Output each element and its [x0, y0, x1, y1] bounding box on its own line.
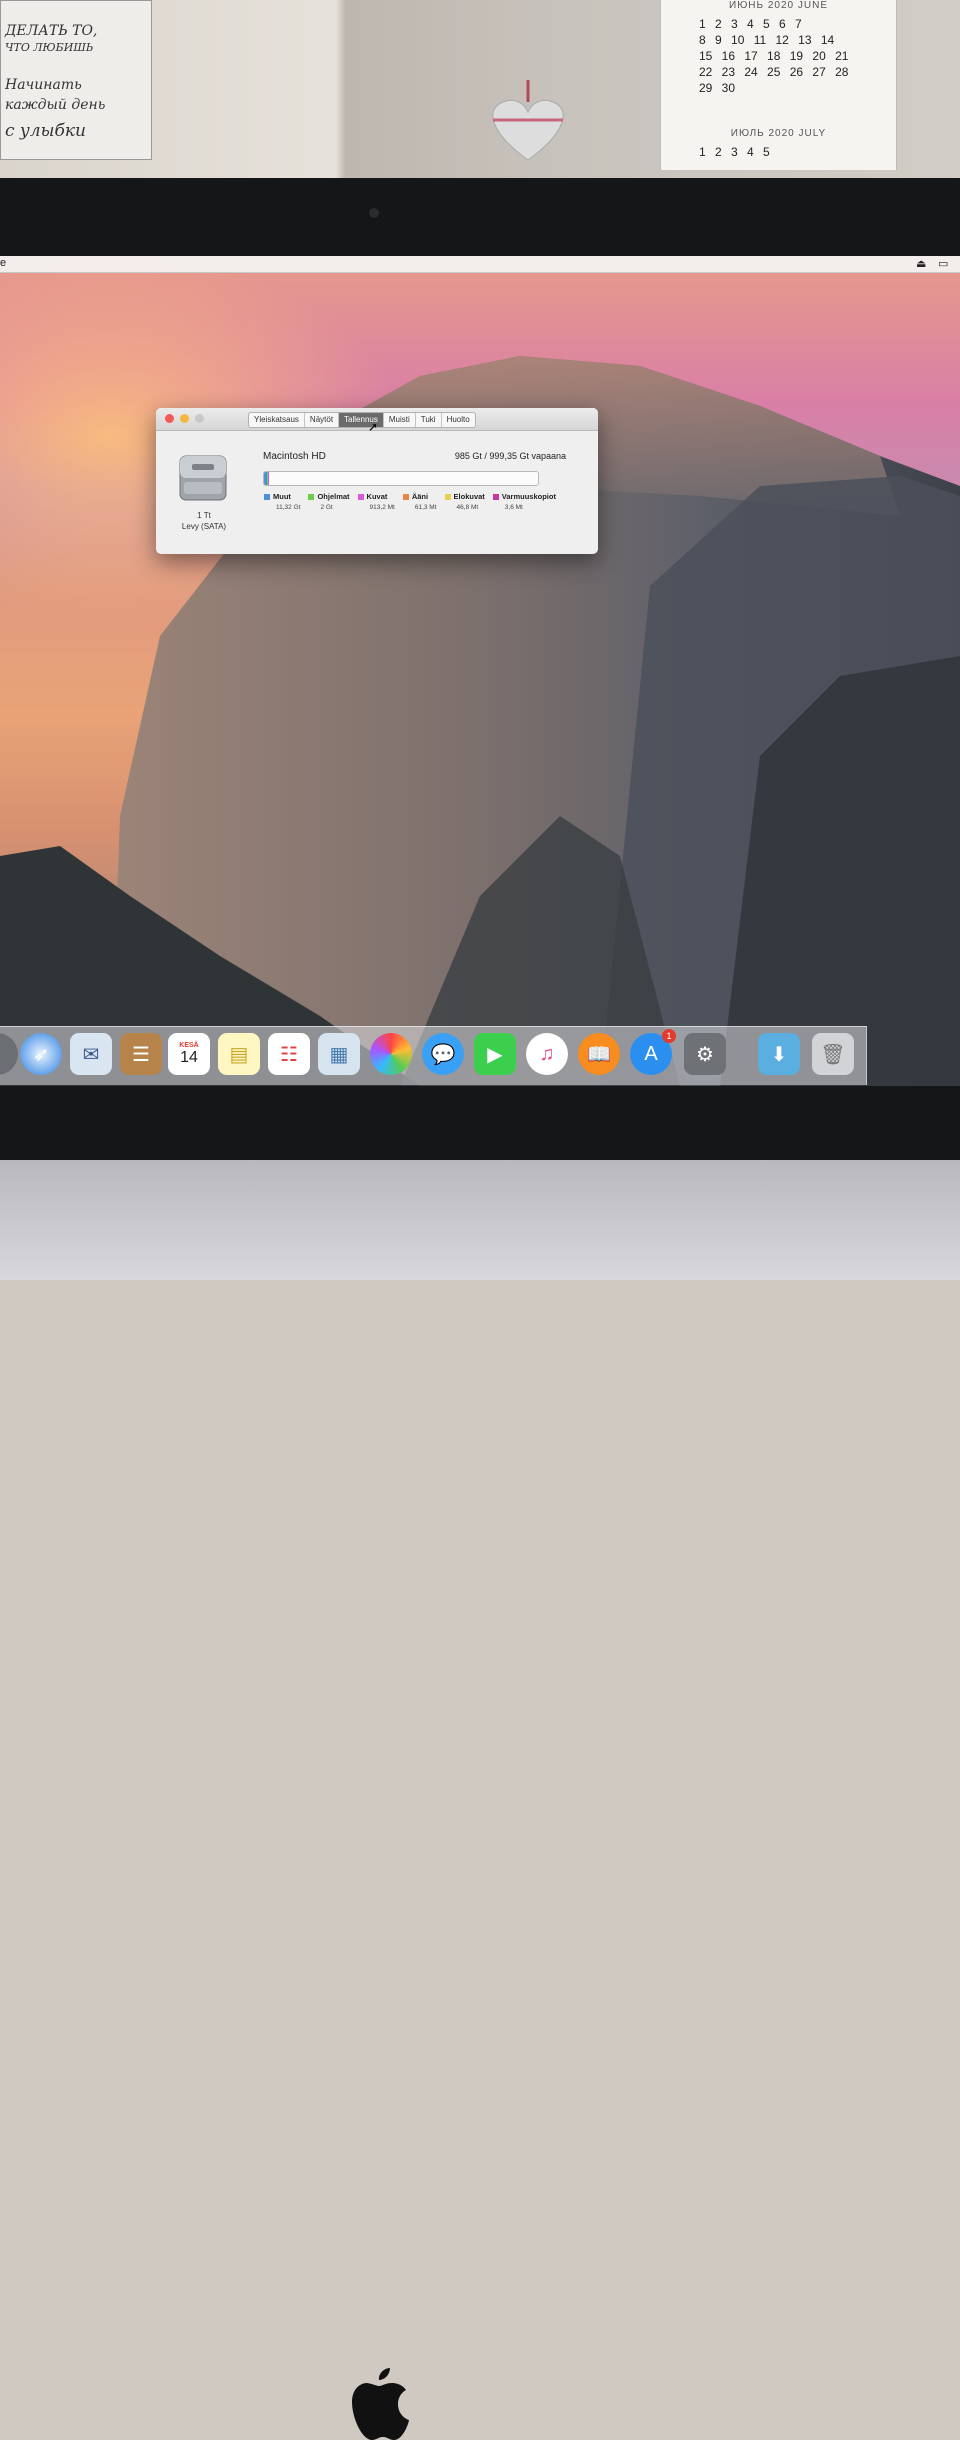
airplay-icon[interactable]: ▭ [938, 257, 948, 270]
legend-value: 913,2 Mt [369, 504, 395, 511]
calendar-row: 1 2 3 4 5 6 7 [699, 17, 802, 31]
calendar-row: 8 9 10 11 12 13 14 [699, 33, 835, 47]
itunes-icon[interactable]: ♫ [526, 1033, 568, 1075]
preview-icon[interactable]: ▦ [318, 1033, 360, 1075]
swatch [264, 493, 270, 500]
poster-line: каждый день [5, 97, 106, 113]
tab-muisti[interactable]: Muisti [384, 413, 416, 427]
close-button[interactable] [165, 414, 174, 423]
ibooks-icon[interactable]: 📖 [578, 1033, 620, 1075]
hard-disk-icon [179, 455, 227, 501]
legend-item-muut: Muut 11,32 Gt [264, 492, 300, 511]
zoom-button[interactable] [195, 414, 204, 423]
menu-edge-icon: e [0, 257, 7, 269]
legend-item-elokuvat: Elokuvat 46,8 Mt [444, 492, 485, 511]
poster-line: с улыбки [5, 121, 86, 141]
calendar-month: ИЮНЬ 2020 JUNE [729, 0, 828, 11]
safari-icon[interactable]: ➶ [20, 1033, 62, 1075]
minimize-button[interactable] [180, 414, 189, 423]
volume-name: Macintosh HD [263, 451, 326, 462]
legend-item-kuvat: Kuvat 913,2 Mt [357, 492, 395, 511]
photos-icon[interactable] [370, 1033, 412, 1075]
legend-item-varmuuskopiot: Varmuuskopiot 3,6 Mt [492, 492, 556, 511]
mouse-cursor-icon: ➚ [368, 420, 379, 434]
disk-type-label: Levy (SATA) [181, 522, 227, 531]
legend-value: 2 Gt [320, 504, 333, 511]
swatch [492, 493, 499, 500]
eject-icon[interactable]: ⏏ [916, 257, 926, 270]
tab-yleiskatsaus[interactable]: Yleiskatsaus [249, 413, 305, 427]
desktop-screen: e ⏏ ▭ Yleiskatsaus Näytöt Tallennus Muis… [0, 256, 960, 1086]
calendar-row: 29 30 [699, 81, 736, 95]
legend-label: Ääni [411, 492, 429, 501]
legend-label: Muut [273, 492, 291, 501]
calendar-icon[interactable]: KESÄ 14 [168, 1033, 210, 1075]
swatch [308, 493, 315, 500]
facetime-icon[interactable]: ▶ [474, 1033, 516, 1075]
calendar-day-label: 14 [180, 1048, 198, 1066]
wall-calendar: ИЮНЬ 2020 JUNE 1 2 3 4 5 6 7 8 9 10 11 1… [660, 0, 897, 170]
app-store-badge: 1 [662, 1029, 676, 1043]
reminders-icon[interactable]: ☷ [268, 1033, 310, 1075]
desktop-wallpaper [0, 356, 960, 1086]
trash-icon[interactable]: 🗑 [812, 1033, 854, 1075]
imac-chin [0, 1160, 960, 2440]
swatch [444, 493, 451, 500]
dock: ➶ ✉ ☰ KESÄ 14 ▤ ☷ ▦ 💬 ▶ ♫ 📖 A 1 ⚙ ⬇ 🗑 [0, 1026, 867, 1085]
legend-value: 46,8 Mt [456, 504, 479, 511]
disk-size-label: 1 Tt [197, 511, 211, 520]
usage-segment-kuvat [268, 472, 269, 485]
tab-naytot[interactable]: Näytöt [305, 413, 340, 427]
tab-bar: Yleiskatsaus Näytöt Tallennus Muisti Tuk… [248, 412, 476, 428]
calendar-days-june: 1 2 3 4 5 6 7 8 9 10 11 12 13 14 15 16 1… [699, 16, 848, 96]
calendar-row: 22 23 24 25 26 27 28 [699, 65, 849, 79]
camera-icon [369, 208, 379, 218]
legend-item-ohjelmat: Ohjelmat 2 Gt [308, 492, 350, 511]
legend-label: Kuvat [366, 492, 388, 501]
heart-ornament [492, 80, 564, 161]
messages-icon[interactable]: 💬 [422, 1033, 464, 1075]
app-store-icon[interactable]: A 1 [630, 1029, 676, 1075]
tab-huolto[interactable]: Huolto [442, 413, 475, 427]
legend-value: 11,32 Gt [276, 504, 301, 511]
calendar-month: ИЮЛЬ 2020 JULY [730, 128, 827, 139]
legend-item-aani: Ääni 61,3 Mt [402, 492, 437, 511]
calendar-row: 1 2 3 4 5 [699, 145, 770, 159]
legend-label: Ohjelmat [317, 492, 350, 501]
imac-monitor: e ⏏ ▭ Yleiskatsaus Näytöt Tallennus Muis… [0, 178, 960, 1163]
calendar-row: 15 16 17 18 19 20 21 [699, 49, 849, 63]
legend-label: Varmuuskopiot [501, 492, 556, 501]
finder-partial-icon[interactable] [0, 1033, 18, 1075]
storage-usage-bar [263, 471, 539, 486]
mail-icon[interactable]: ✉ [70, 1033, 112, 1075]
window-titlebar: Yleiskatsaus Näytöt Tallennus Muisti Tuk… [156, 408, 598, 434]
tab-tuki[interactable]: Tuki [416, 413, 442, 427]
contacts-icon[interactable]: ☰ [120, 1033, 162, 1075]
legend-value: 3,6 Mt [504, 504, 523, 511]
calendar-month-label: KESÄ [179, 1041, 199, 1049]
poster-line: ДЕЛАТЬ ТО, [5, 23, 98, 39]
downloads-folder-icon[interactable]: ⬇ [758, 1033, 800, 1075]
calendar-days-july: 1 2 3 4 5 [699, 144, 770, 160]
legend-value: 61,3 Mt [414, 504, 437, 511]
poster-line: ЧТО ЛЮБИШЬ [5, 41, 94, 54]
swatch [357, 493, 364, 500]
swatch [402, 493, 409, 500]
poster-line: Начинать [5, 77, 82, 93]
system-preferences-icon[interactable]: ⚙ [684, 1033, 726, 1075]
legend-label: Elokuvat [453, 492, 485, 501]
apple-logo-icon [352, 2368, 409, 2440]
wall-poster: ДЕЛАТЬ ТО, ЧТО ЛЮБИШЬ Начинать каждый де… [0, 0, 152, 160]
volume-free-space: 985 Gt / 999,35 Gt vapaana [454, 451, 566, 461]
storage-legend: Muut 11,32 Gt Ohjelmat 2 Gt Kuvat 913,2 … [264, 492, 556, 511]
notes-icon[interactable]: ▤ [218, 1033, 260, 1075]
menu-bar: e ⏏ ▭ [0, 256, 960, 273]
about-this-mac-window: Yleiskatsaus Näytöt Tallennus Muisti Tuk… [156, 408, 598, 554]
